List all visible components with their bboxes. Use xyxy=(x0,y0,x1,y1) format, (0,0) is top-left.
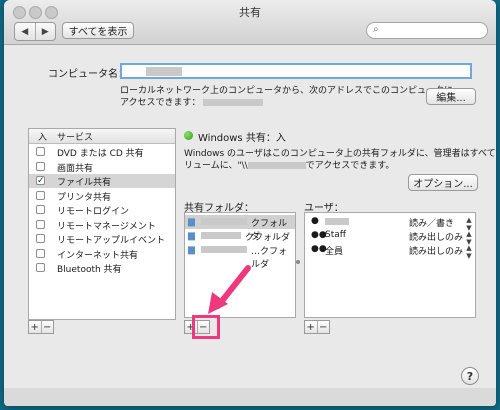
shared-folder-row[interactable]: ▆ クフォルダ xyxy=(185,229,295,243)
user-row[interactable]: ●● 全員 読み出しのみ ▲▼ xyxy=(305,243,475,260)
service-row[interactable]: リモートマネージメント xyxy=(29,218,175,232)
redacted-name xyxy=(146,67,182,76)
service-label: リモートアップルイベント xyxy=(57,236,166,246)
add-user-button[interactable]: + xyxy=(305,321,317,333)
permission-popup[interactable]: 読み出しのみ xyxy=(409,230,463,243)
service-label: インターネット共有 xyxy=(57,250,139,261)
service-row[interactable]: インターネット共有 xyxy=(29,247,175,261)
detail-desc-suffix: でアクセスできます。 xyxy=(305,161,395,171)
nav-back-forward: ◀ ▶ xyxy=(14,22,56,41)
users-list[interactable]: ● 読み／書き ▲▼ ●● Staff 読み出しのみ ▲▼ ●● 全員 読み出しのみ ▲▼ xyxy=(304,212,476,318)
service-row[interactable]: ✓ ファイル共有 xyxy=(29,174,175,188)
permission-popup[interactable]: 読み出しのみ xyxy=(409,244,463,257)
permission-popup[interactable]: 読み／書き xyxy=(409,216,454,229)
service-row[interactable]: プリンタ共有 xyxy=(29,189,175,203)
service-label: リモートマネージメント xyxy=(57,221,156,232)
redacted-user-name xyxy=(325,218,349,225)
redacted-folder-name xyxy=(201,218,247,225)
sharing-window: 共有 ◀ ▶ すべてを表示 ⌕ コンピュータ名： ローカルネットワーク上のコンピ… xyxy=(4,0,496,406)
services-add-remove: + − xyxy=(28,320,54,334)
address-desc-text: アクセスできます： xyxy=(120,98,201,108)
folder-icon: ▆ xyxy=(188,245,195,255)
annotation-arrow-icon xyxy=(208,265,251,314)
forward-arrow-icon[interactable]: ▶ xyxy=(34,23,56,40)
redacted-folder-name xyxy=(201,246,247,253)
service-label: リモートログイン xyxy=(57,207,130,217)
title-bar: 共有 ◀ ▶ すべてを表示 ⌕ xyxy=(4,0,496,45)
add-service-button[interactable]: + xyxy=(29,321,41,333)
status-indicator-icon xyxy=(184,131,193,140)
service-row[interactable]: リモートログイン xyxy=(29,203,175,217)
folder-label: クフォルダ xyxy=(245,233,291,243)
detail-desc-line2: リュームに、"\\ でアクセスできます。 xyxy=(184,158,394,171)
service-checkbox[interactable] xyxy=(36,161,45,171)
user-row[interactable]: ●● Staff 読み出しのみ ▲▼ xyxy=(305,229,475,246)
edit-button[interactable]: 編集... xyxy=(426,88,476,105)
search-icon: ⌕ xyxy=(373,24,379,35)
service-checkbox[interactable] xyxy=(36,219,45,229)
folder-icon: ▆ xyxy=(188,231,195,241)
service-checkbox[interactable] xyxy=(36,205,45,214)
help-button[interactable]: ? xyxy=(461,367,479,385)
users-add-remove: + − xyxy=(304,320,330,334)
folder-label: …クフォルダ xyxy=(251,247,288,270)
computer-name-label: コンピュータ名： xyxy=(48,69,128,80)
user-row[interactable]: ● 読み／書き ▲▼ xyxy=(305,215,475,232)
service-row[interactable]: Bluetooth 共有 xyxy=(29,261,175,275)
service-row[interactable]: リモートアップルイベント xyxy=(29,232,175,246)
shared-folder-row[interactable]: ▆ クフォルダ xyxy=(185,215,295,242)
remove-user-button[interactable]: − xyxy=(316,321,330,333)
redacted-folder-name xyxy=(201,232,241,239)
service-label: ファイル共有 xyxy=(57,178,112,188)
user-name: Staff xyxy=(325,230,346,240)
options-button[interactable]: オプション... xyxy=(408,174,478,191)
remove-service-button[interactable]: − xyxy=(40,321,54,333)
bottom-bar xyxy=(4,388,496,406)
service-checkbox[interactable] xyxy=(36,147,45,156)
user-name: 全員 xyxy=(325,247,344,257)
search-field[interactable]: ⌕ xyxy=(366,22,488,39)
service-checkbox[interactable]: ✓ xyxy=(36,176,45,186)
service-row[interactable]: DVD または CD 共有 xyxy=(29,145,175,159)
popup-arrows-icon: ▲▼ xyxy=(465,244,473,260)
status-title: Windows 共有：入 xyxy=(198,133,286,144)
service-label: プリンタ共有 xyxy=(57,192,112,203)
folder-icon: ▆ xyxy=(188,217,195,227)
detail-desc-prefix: リュームに、"\\ xyxy=(184,161,248,171)
service-checkbox[interactable] xyxy=(36,234,45,243)
services-header: 入 サービス xyxy=(29,129,175,144)
split-resize-handle[interactable] xyxy=(296,260,300,264)
service-checkbox[interactable] xyxy=(36,263,45,272)
address-desc-line2: アクセスできます： xyxy=(120,95,264,108)
window-title: 共有 xyxy=(239,6,261,19)
header-service[interactable]: サービス xyxy=(57,130,93,143)
redacted-address xyxy=(203,99,264,106)
computer-name-input[interactable] xyxy=(120,63,472,79)
redacted-share-address xyxy=(247,162,306,169)
annotation-highlight-box xyxy=(192,315,220,339)
user-icon: ● xyxy=(311,216,319,226)
show-all-button[interactable]: すべてを表示 xyxy=(62,22,134,39)
services-list[interactable]: 入 サービス DVD または CD 共有 画面共有 ✓ ファイル共有 プリンタ共有リモー… xyxy=(28,128,176,320)
header-on[interactable]: 入 xyxy=(38,130,47,143)
service-label: DVD または CD 共有 xyxy=(57,149,144,159)
shared-folder-row[interactable]: ▆ …クフォルダ xyxy=(185,243,295,270)
service-checkbox[interactable] xyxy=(36,248,45,258)
back-arrow-icon[interactable]: ◀ xyxy=(15,23,35,40)
service-label: 画面共有 xyxy=(57,163,94,174)
service-row[interactable]: 画面共有 xyxy=(29,160,175,174)
service-checkbox[interactable] xyxy=(36,190,45,200)
service-label: Bluetooth 共有 xyxy=(57,265,122,275)
